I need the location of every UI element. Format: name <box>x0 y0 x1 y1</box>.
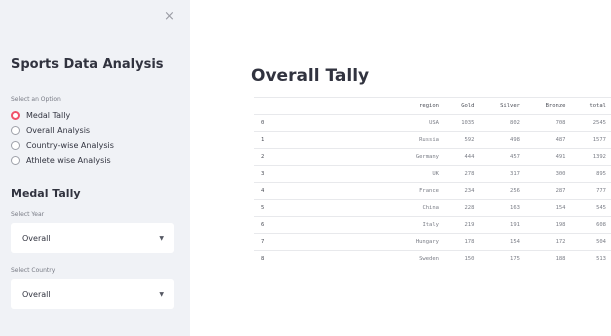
section-title: Medal Tally <box>11 187 81 200</box>
cell-gold: 228 <box>444 199 480 217</box>
cell-gold: 150 <box>444 250 480 268</box>
cell-region: France <box>374 182 444 200</box>
cell-silver: 154 <box>479 233 525 251</box>
radio-selected-icon <box>11 110 20 120</box>
country-select-value: Overall <box>22 289 51 299</box>
cell-bronze: 154 <box>524 199 571 217</box>
table-row: 8 Sweden 150 175 188 513 <box>254 250 611 268</box>
year-caption: Select Year <box>11 211 45 218</box>
cell-total: 1577 <box>570 131 611 149</box>
cell-silver: 163 <box>479 199 525 217</box>
radio-option-athlete-wise-analysis[interactable]: Athlete wise Analysis <box>11 155 111 165</box>
year-select-value: Overall <box>22 233 51 243</box>
cell-total: 2545 <box>570 114 611 132</box>
column-header-silver[interactable]: Silver <box>479 97 525 115</box>
column-header-region[interactable]: region <box>374 97 444 115</box>
cell-total: 1392 <box>570 148 611 166</box>
cell-bronze: 188 <box>524 250 571 268</box>
cell-gold: 1035 <box>444 114 480 132</box>
row-index: 5 <box>254 199 374 217</box>
sidebar-title: Sports Data Analysis <box>11 57 164 72</box>
cell-bronze: 491 <box>524 148 571 166</box>
radio-option-country-wise-analysis[interactable]: Country-wise Analysis <box>11 140 114 150</box>
row-index: 3 <box>254 165 374 183</box>
chevron-down-icon: ▼ <box>159 234 164 242</box>
column-header-gold[interactable]: Gold <box>444 97 480 115</box>
row-index: 2 <box>254 148 374 166</box>
table-row: 7 Hungary 178 154 172 504 <box>254 233 611 251</box>
radio-label: Athlete wise Analysis <box>26 155 111 165</box>
column-header-index[interactable] <box>254 97 374 115</box>
cell-bronze: 287 <box>524 182 571 200</box>
cell-region: Italy <box>374 216 444 234</box>
radio-unselected-icon <box>11 155 20 165</box>
cell-total: 777 <box>570 182 611 200</box>
cell-total: 504 <box>570 233 611 251</box>
table-row: 5 China 228 163 154 545 <box>254 199 611 217</box>
cell-gold: 592 <box>444 131 480 149</box>
radio-label: Medal Tally <box>26 110 71 120</box>
page-title: Overall Tally <box>251 66 370 86</box>
radio-label: Country-wise Analysis <box>26 140 114 150</box>
cell-silver: 498 <box>479 131 525 149</box>
table-row: 3 UK 278 317 300 895 <box>254 165 611 183</box>
radio-unselected-icon <box>11 125 20 135</box>
cell-bronze: 708 <box>524 114 571 132</box>
row-index: 4 <box>254 182 374 200</box>
table-header-row: region Gold Silver Bronze total <box>254 97 611 115</box>
cell-region: Hungary <box>374 233 444 251</box>
cell-gold: 178 <box>444 233 480 251</box>
cell-total: 513 <box>570 250 611 268</box>
country-caption: Select Country <box>11 267 56 274</box>
cell-region: Russia <box>374 131 444 149</box>
row-index: 6 <box>254 216 374 234</box>
year-select[interactable]: Overall ▼ <box>11 223 174 253</box>
close-icon[interactable]: × <box>164 10 175 23</box>
cell-region: UK <box>374 165 444 183</box>
cell-region: USA <box>374 114 444 132</box>
row-index: 7 <box>254 233 374 251</box>
cell-gold: 278 <box>444 165 480 183</box>
chevron-down-icon: ▼ <box>159 290 164 298</box>
cell-total: 608 <box>570 216 611 234</box>
table-row: 6 Italy 219 191 198 608 <box>254 216 611 234</box>
radio-label: Overall Analysis <box>26 125 91 135</box>
cell-total: 895 <box>570 165 611 183</box>
radio-option-medal-tally[interactable]: Medal Tally <box>11 110 70 120</box>
cell-region: China <box>374 199 444 217</box>
cell-silver: 256 <box>479 182 525 200</box>
cell-silver: 175 <box>479 250 525 268</box>
row-index: 0 <box>254 114 374 132</box>
cell-gold: 444 <box>444 148 480 166</box>
column-header-bronze[interactable]: Bronze <box>524 97 571 115</box>
cell-silver: 457 <box>479 148 525 166</box>
column-header-total[interactable]: total <box>570 97 611 115</box>
cell-bronze: 172 <box>524 233 571 251</box>
cell-bronze: 198 <box>524 216 571 234</box>
cell-silver: 802 <box>479 114 525 132</box>
radio-unselected-icon <box>11 140 20 150</box>
cell-silver: 191 <box>479 216 525 234</box>
cell-gold: 219 <box>444 216 480 234</box>
cell-region: Germany <box>374 148 444 166</box>
cell-total: 545 <box>570 199 611 217</box>
cell-region: Sweden <box>374 250 444 268</box>
option-caption: Select an Option <box>11 96 61 103</box>
table-row: 1 Russia 592 498 487 1577 <box>254 131 611 149</box>
sidebar: × Sports Data Analysis Select an Option … <box>0 0 190 336</box>
table-row: 0 USA 1035 802 708 2545 <box>254 114 611 132</box>
cell-gold: 234 <box>444 182 480 200</box>
cell-bronze: 487 <box>524 131 571 149</box>
radio-option-overall-analysis[interactable]: Overall Analysis <box>11 125 90 135</box>
table-row: 4 France 234 256 287 777 <box>254 182 611 200</box>
cell-silver: 317 <box>479 165 525 183</box>
row-index: 1 <box>254 131 374 149</box>
row-index: 8 <box>254 250 374 268</box>
medal-tally-table: region Gold Silver Bronze total 0 USA 10… <box>254 97 611 268</box>
table-row: 2 Germany 444 457 491 1392 <box>254 148 611 166</box>
cell-bronze: 300 <box>524 165 571 183</box>
country-select[interactable]: Overall ▼ <box>11 279 174 309</box>
